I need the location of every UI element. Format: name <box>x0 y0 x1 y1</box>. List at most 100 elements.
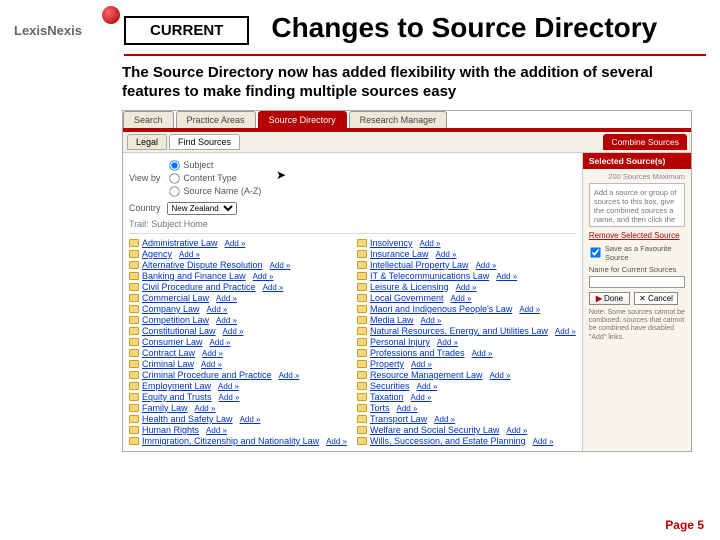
category-link[interactable]: Employment Law <box>142 381 211 391</box>
add-link[interactable]: Add » <box>240 415 261 424</box>
add-link[interactable]: Add » <box>437 338 458 347</box>
category-link[interactable]: Property <box>370 359 404 369</box>
add-link[interactable]: Add » <box>476 261 497 270</box>
add-link[interactable]: Add » <box>411 393 432 402</box>
add-link[interactable]: Add » <box>506 426 527 435</box>
category-link[interactable]: Commercial Law <box>142 293 209 303</box>
add-link[interactable]: Add » <box>533 437 554 446</box>
category-link[interactable]: Insolvency <box>370 238 413 248</box>
category-link[interactable]: Company Law <box>142 304 200 314</box>
add-link[interactable]: Add » <box>519 305 540 314</box>
viewby-option[interactable]: Subject <box>168 159 261 172</box>
add-link[interactable]: Add » <box>326 437 347 446</box>
category-link[interactable]: Media Law <box>370 315 414 325</box>
category-link[interactable]: Equity and Trusts <box>142 392 212 402</box>
viewby-radio[interactable] <box>170 160 180 170</box>
add-link[interactable]: Add » <box>279 371 300 380</box>
add-link[interactable]: Add » <box>216 294 237 303</box>
category-link[interactable]: Administrative Law <box>142 238 218 248</box>
add-link[interactable]: Add » <box>206 426 227 435</box>
folder-icon <box>357 415 367 423</box>
combine-sources-tab[interactable]: Combine Sources <box>603 134 687 150</box>
viewby-option[interactable]: Source Name (A-Z) <box>168 185 261 198</box>
add-link[interactable]: Add » <box>218 382 239 391</box>
category-link[interactable]: Transport Law <box>370 414 427 424</box>
category-link[interactable]: Natural Resources, Energy, and Utilities… <box>370 326 548 336</box>
cursor-icon: ➤ <box>276 168 286 182</box>
add-link[interactable]: Add » <box>496 272 517 281</box>
category-link[interactable]: Professions and Trades <box>370 348 465 358</box>
cancel-button[interactable]: ✕ Cancel <box>634 292 678 305</box>
category-link[interactable]: Resource Management Law <box>370 370 483 380</box>
category-link[interactable]: Competition Law <box>142 315 209 325</box>
category-link[interactable]: Agency <box>142 249 172 259</box>
category-link[interactable]: Taxation <box>370 392 404 402</box>
add-link[interactable]: Add » <box>421 316 442 325</box>
category-link[interactable]: Civil Procedure and Practice <box>142 282 256 292</box>
add-link[interactable]: Add » <box>417 382 438 391</box>
category-link[interactable]: Torts <box>370 403 390 413</box>
add-link[interactable]: Add » <box>202 349 223 358</box>
category-link[interactable]: Personal Injury <box>370 337 430 347</box>
add-link[interactable]: Add » <box>179 250 200 259</box>
add-link[interactable]: Add » <box>219 393 240 402</box>
add-link[interactable]: Add » <box>223 327 244 336</box>
subtab-find-sources[interactable]: Find Sources <box>169 134 240 150</box>
add-link[interactable]: Add » <box>451 294 472 303</box>
add-link[interactable]: Add » <box>555 327 576 336</box>
category-link[interactable]: Contract Law <box>142 348 195 358</box>
category-link[interactable]: Securities <box>370 381 410 391</box>
add-link[interactable]: Add » <box>490 371 511 380</box>
tab-practice-areas[interactable]: Practice Areas <box>176 111 256 128</box>
add-link[interactable]: Add » <box>253 272 274 281</box>
category-link[interactable]: Banking and Finance Law <box>142 271 246 281</box>
category-link[interactable]: Criminal Law <box>142 359 194 369</box>
category-link[interactable]: Maori and Indigenous People's Law <box>370 304 512 314</box>
viewby-option[interactable]: Content Type <box>168 172 261 185</box>
add-link[interactable]: Add » <box>411 360 432 369</box>
add-link[interactable]: Add » <box>434 415 455 424</box>
category-link[interactable]: Welfare and Social Security Law <box>370 425 499 435</box>
category-link[interactable]: Intellectual Property Law <box>370 260 469 270</box>
tab-research-manager[interactable]: Research Manager <box>349 111 448 128</box>
category-link[interactable]: Family Law <box>142 403 188 413</box>
add-link[interactable]: Add » <box>472 349 493 358</box>
add-link[interactable]: Add » <box>263 283 284 292</box>
add-link[interactable]: Add » <box>397 404 418 413</box>
category-link[interactable]: Insurance Law <box>370 249 429 259</box>
add-link[interactable]: Add » <box>210 338 231 347</box>
category-link[interactable]: Immigration, Citizenship and Nationality… <box>142 436 319 446</box>
folder-icon <box>129 349 139 357</box>
done-button[interactable]: ▶Done <box>589 292 630 305</box>
viewby-radio[interactable] <box>170 186 180 196</box>
add-link[interactable]: Add » <box>225 239 246 248</box>
add-link[interactable]: Add » <box>195 404 216 413</box>
add-link[interactable]: Add » <box>420 239 441 248</box>
category-link[interactable]: Alternative Dispute Resolution <box>142 260 263 270</box>
tab-source-directory[interactable]: Source Directory <box>258 111 347 128</box>
add-link[interactable]: Add » <box>456 283 477 292</box>
category-link[interactable]: Human Rights <box>142 425 199 435</box>
remove-selected-link[interactable]: Remove Selected Source <box>589 231 685 240</box>
add-link[interactable]: Add » <box>270 261 291 270</box>
add-link[interactable]: Add » <box>436 250 457 259</box>
category-link[interactable]: Constitutional Law <box>142 326 216 336</box>
category-link[interactable]: IT & Telecommunications Law <box>370 271 489 281</box>
category-link[interactable]: Criminal Procedure and Practice <box>142 370 272 380</box>
folder-icon <box>129 382 139 390</box>
name-input[interactable] <box>589 276 685 288</box>
tab-search[interactable]: Search <box>123 111 174 128</box>
current-badge: CURRENT <box>124 16 249 45</box>
category-link[interactable]: Leisure & Licensing <box>370 282 449 292</box>
add-link[interactable]: Add » <box>201 360 222 369</box>
add-link[interactable]: Add » <box>207 305 228 314</box>
viewby-radio[interactable] <box>170 173 180 183</box>
country-select[interactable]: New Zealand <box>167 202 237 215</box>
category-link[interactable]: Wills, Succession, and Estate Planning <box>370 436 526 446</box>
category-link[interactable]: Health and Safety Law <box>142 414 233 424</box>
subtab-legal[interactable]: Legal <box>127 134 167 150</box>
add-link[interactable]: Add » <box>216 316 237 325</box>
favourite-checkbox[interactable] <box>590 247 600 257</box>
category-link[interactable]: Local Government <box>370 293 444 303</box>
category-link[interactable]: Consumer Law <box>142 337 203 347</box>
